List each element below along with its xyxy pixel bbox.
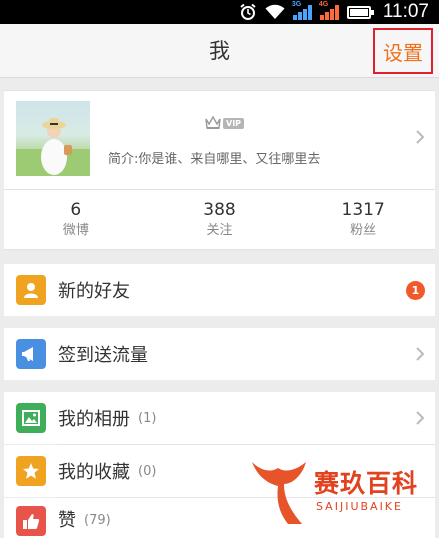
stat-label: 粉丝 — [350, 222, 377, 238]
whale-tail-logo-icon — [252, 462, 306, 524]
list-item-label: 我的相册 — [58, 409, 130, 430]
list-item-count: (0) — [138, 463, 157, 479]
list-item-label: 赞 — [58, 510, 76, 531]
header: 我 设置 — [0, 24, 439, 78]
crown-icon — [205, 116, 221, 129]
watermark: 赛玖百科 SAIJIUBAIKE — [248, 458, 434, 530]
list-item-label: 我的收藏 — [58, 462, 130, 483]
status-bar: 3G 4G 11:07 — [0, 0, 439, 24]
thumbs-up-icon — [16, 506, 46, 536]
status-time: 11:07 — [382, 1, 429, 22]
signal-4g-icon: 4G — [319, 1, 339, 20]
stat-value: 388 — [203, 199, 236, 220]
signal-3g-icon: 3G — [292, 1, 312, 20]
stat-followers[interactable]: 1317 粉丝 — [291, 190, 435, 249]
vip-label: VIP — [223, 117, 245, 129]
star-icon — [16, 456, 46, 486]
avatar[interactable] — [16, 101, 90, 176]
profile-card[interactable]: VIP 简介:你是谁、来自哪里、又往哪里去 — [4, 90, 435, 190]
list-item-album[interactable]: 我的相册 (1) — [4, 392, 435, 444]
list-item-count: (79) — [84, 513, 111, 528]
watermark-text: 赛玖百科 — [314, 469, 419, 498]
list-item-checkin[interactable]: 签到送流量 — [4, 328, 435, 380]
chevron-right-icon — [415, 129, 425, 149]
stats-row: 6 微博 388 关注 1317 粉丝 — [4, 190, 435, 250]
notification-badge: 1 — [406, 281, 425, 300]
list-item-new-friends[interactable]: 新的好友 1 — [4, 264, 435, 316]
list-item-label: 签到送流量 — [58, 345, 148, 366]
profile-bio: 简介:你是谁、来自哪里、又往哪里去 — [108, 152, 321, 167]
battery-icon — [346, 5, 374, 19]
alarm-icon — [239, 3, 257, 21]
chevron-right-icon — [415, 346, 425, 366]
list-item-count: (1) — [138, 410, 157, 426]
person-icon — [16, 275, 46, 305]
megaphone-icon — [16, 339, 46, 369]
stat-value: 6 — [70, 199, 82, 220]
watermark-subtext: SAIJIUBAIKE — [316, 500, 403, 513]
stat-posts[interactable]: 6 微博 — [4, 190, 148, 249]
stat-label: 关注 — [206, 222, 233, 238]
photo-icon — [16, 403, 46, 433]
settings-button[interactable]: 设置 — [373, 28, 433, 74]
chevron-right-icon — [415, 410, 425, 430]
list-item-label: 新的好友 — [58, 281, 130, 302]
stat-value: 1317 — [341, 199, 385, 220]
vip-badge: VIP — [205, 115, 245, 131]
wifi-icon — [265, 4, 285, 20]
stat-label: 微博 — [62, 222, 89, 238]
stat-following[interactable]: 388 关注 — [148, 190, 292, 249]
